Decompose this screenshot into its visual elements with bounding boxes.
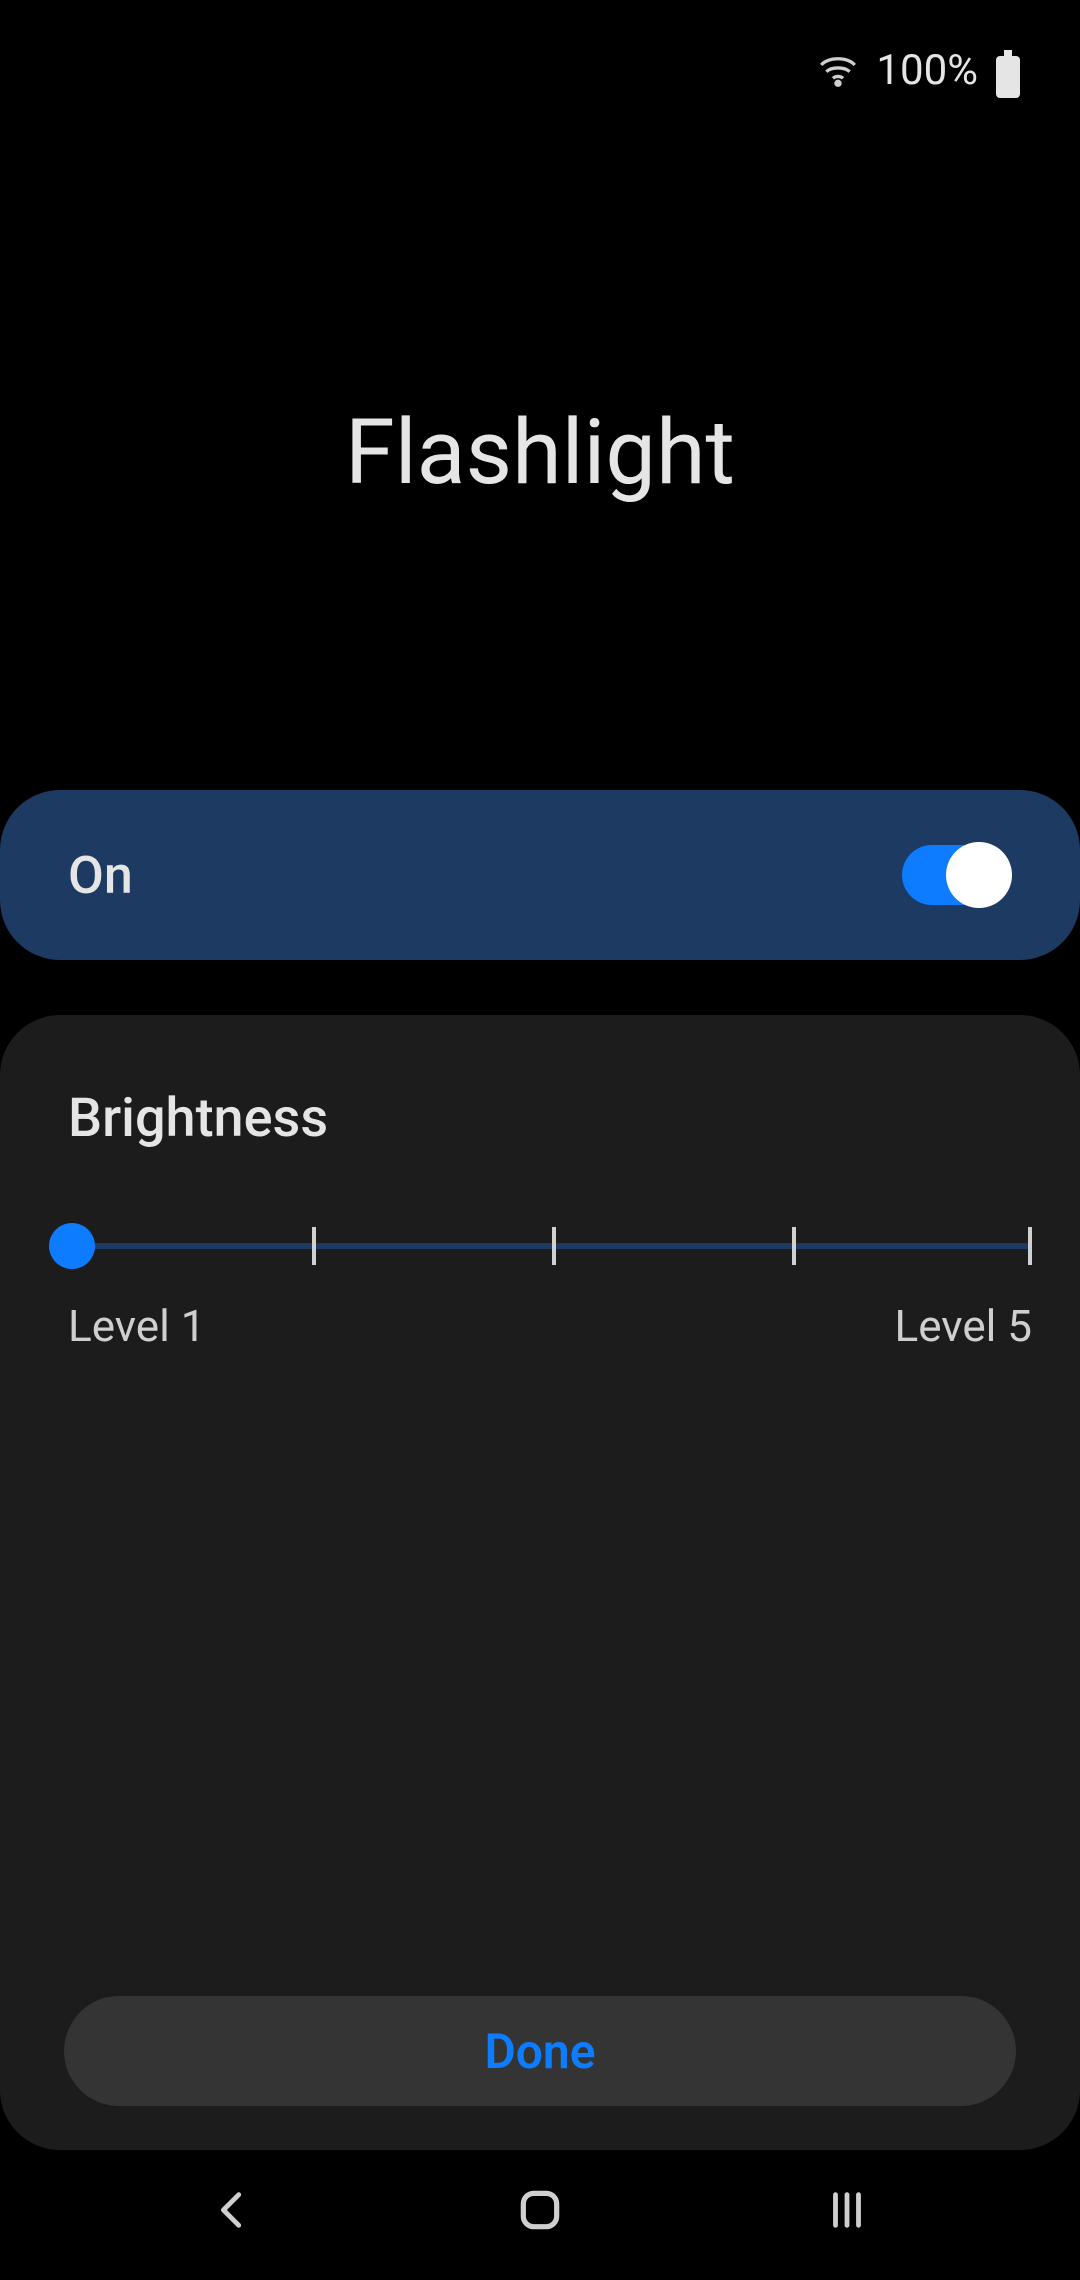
brightness-max-label: Level 5 xyxy=(895,1300,1032,1352)
brightness-slider[interactable] xyxy=(72,1223,1032,1267)
brightness-panel: Brightness Level 1 Level 5 Done xyxy=(0,1015,1080,2150)
battery-icon xyxy=(996,50,1020,90)
brightness-min-label: Level 1 xyxy=(68,1300,205,1352)
slider-tick xyxy=(312,1227,316,1265)
done-button[interactable]: Done xyxy=(64,1996,1016,2106)
nav-home-button[interactable] xyxy=(505,2175,575,2245)
battery-percent: 100% xyxy=(876,46,978,95)
page-title: Flashlight xyxy=(0,400,1080,505)
brightness-label: Brightness xyxy=(68,1087,328,1150)
done-button-label: Done xyxy=(484,2023,595,2080)
nav-recents-button[interactable] xyxy=(812,2175,882,2245)
system-nav-bar xyxy=(0,2150,1080,2280)
flashlight-toggle-label: On xyxy=(68,845,133,906)
flashlight-toggle-row[interactable]: On xyxy=(0,790,1080,960)
slider-thumb[interactable] xyxy=(49,1223,95,1269)
toggle-thumb xyxy=(946,842,1012,908)
status-bar: 100% xyxy=(0,0,1080,140)
nav-back-button[interactable] xyxy=(198,2175,268,2245)
slider-tick xyxy=(1028,1227,1032,1265)
slider-tick xyxy=(792,1227,796,1265)
slider-tick xyxy=(552,1227,556,1265)
flashlight-toggle-switch[interactable] xyxy=(902,845,1012,905)
wifi-icon xyxy=(818,50,858,90)
